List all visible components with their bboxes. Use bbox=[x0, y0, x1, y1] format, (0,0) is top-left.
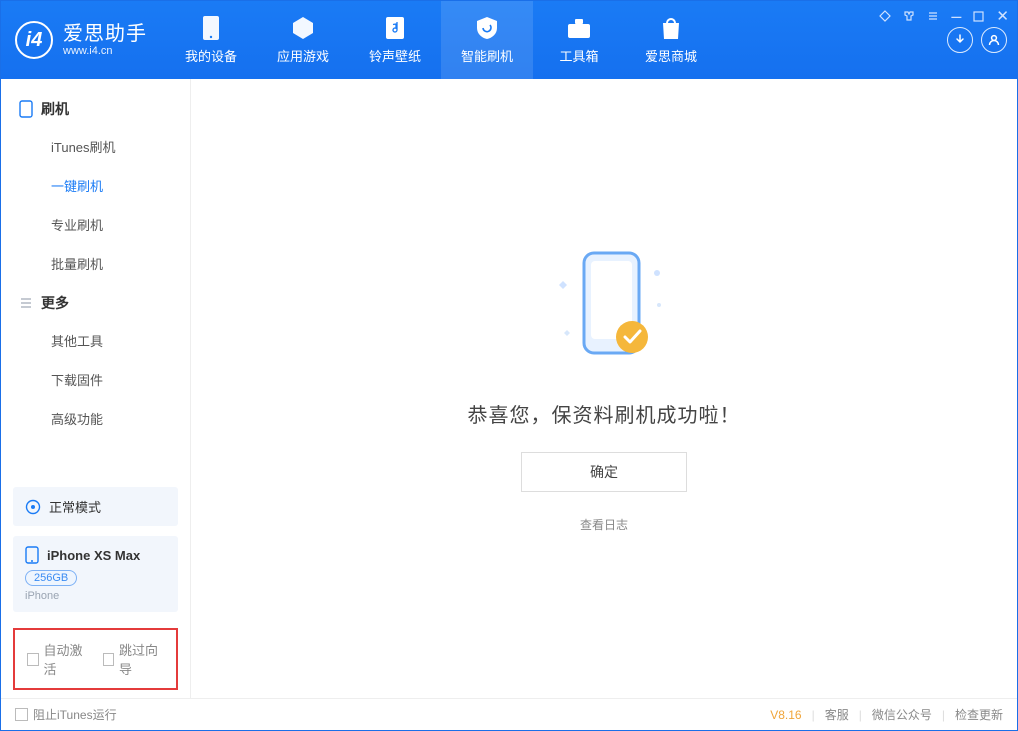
mode-box[interactable]: 正常模式 bbox=[13, 487, 178, 526]
mode-label: 正常模式 bbox=[49, 497, 101, 516]
minimize-button[interactable]: ‒ bbox=[951, 12, 961, 20]
footer-link-update[interactable]: 检查更新 bbox=[955, 706, 1003, 723]
logo: i4 爱思助手 www.i4.cn bbox=[1, 1, 165, 79]
device-capacity: 256GB bbox=[25, 570, 77, 586]
sidebar-item-download-firmware[interactable]: 下载固件 bbox=[1, 360, 190, 399]
close-button[interactable]: ✕ bbox=[996, 7, 1009, 25]
device-icon bbox=[25, 546, 39, 564]
header: i4 爱思助手 www.i4.cn 我的设备 应用游戏 铃声壁纸 智能刷机 bbox=[1, 1, 1017, 79]
list-icon bbox=[19, 296, 33, 310]
success-message: 恭喜您，保资料刷机成功啦！ bbox=[468, 399, 741, 428]
footer-link-support[interactable]: 客服 bbox=[825, 706, 849, 723]
tab-flash[interactable]: 智能刷机 bbox=[441, 1, 533, 79]
device-type: iPhone bbox=[25, 590, 166, 602]
sidebar-group-more: 更多 bbox=[1, 283, 190, 321]
phone-icon bbox=[198, 15, 224, 41]
tab-apps-games[interactable]: 应用游戏 bbox=[257, 1, 349, 79]
shield-refresh-icon bbox=[474, 15, 500, 41]
sidebar-item-oneclick-flash[interactable]: 一键刷机 bbox=[1, 166, 190, 205]
checkbox-block-itunes[interactable]: 阻止iTunes运行 bbox=[15, 706, 117, 723]
tab-ringtones[interactable]: 铃声壁纸 bbox=[349, 1, 441, 79]
version-text: V8.16 bbox=[770, 708, 801, 722]
ok-button[interactable]: 确定 bbox=[521, 452, 687, 492]
maximize-button[interactable] bbox=[973, 11, 984, 22]
device-card[interactable]: iPhone XS Max 256GB iPhone bbox=[13, 536, 178, 612]
app-title: 爱思助手 bbox=[63, 23, 147, 45]
sidebar: 刷机 iTunes刷机 一键刷机 专业刷机 批量刷机 更多 其他工具 下载固件 … bbox=[1, 79, 191, 698]
footer: 阻止iTunes运行 V8.16 | 客服 | 微信公众号 | 检查更新 bbox=[1, 698, 1017, 730]
download-button[interactable] bbox=[947, 27, 973, 53]
refresh-icon bbox=[25, 499, 41, 515]
sidebar-item-itunes-flash[interactable]: iTunes刷机 bbox=[1, 127, 190, 166]
sidebar-item-pro-flash[interactable]: 专业刷机 bbox=[1, 205, 190, 244]
phone-outline-icon bbox=[19, 100, 33, 118]
options-row: 自动激活 跳过向导 bbox=[13, 628, 178, 690]
tab-toolbox[interactable]: 工具箱 bbox=[533, 1, 625, 79]
tab-my-device[interactable]: 我的设备 bbox=[165, 1, 257, 79]
tab-store[interactable]: 爱思商城 bbox=[625, 1, 717, 79]
success-illustration bbox=[529, 245, 679, 375]
user-button[interactable] bbox=[981, 27, 1007, 53]
music-icon bbox=[382, 15, 408, 41]
cube-icon bbox=[290, 15, 316, 41]
theme-icon[interactable] bbox=[879, 10, 891, 22]
window-controls: ‒ ✕ bbox=[879, 7, 1009, 25]
nav-tabs: 我的设备 应用游戏 铃声壁纸 智能刷机 工具箱 爱思商城 bbox=[165, 1, 717, 79]
content: 恭喜您，保资料刷机成功啦！ 确定 查看日志 bbox=[191, 79, 1017, 698]
checkbox-auto-activate[interactable]: 自动激活 bbox=[27, 640, 89, 678]
sidebar-group-flash: 刷机 bbox=[1, 89, 190, 127]
bag-icon bbox=[658, 15, 684, 41]
sidebar-item-advanced[interactable]: 高级功能 bbox=[1, 399, 190, 438]
sidebar-item-other-tools[interactable]: 其他工具 bbox=[1, 321, 190, 360]
footer-link-wechat[interactable]: 微信公众号 bbox=[872, 706, 932, 723]
toolbox-icon bbox=[566, 15, 592, 41]
logo-icon: i4 bbox=[15, 21, 53, 59]
sidebar-item-batch-flash[interactable]: 批量刷机 bbox=[1, 244, 190, 283]
menu-icon[interactable] bbox=[927, 10, 939, 22]
view-log-link[interactable]: 查看日志 bbox=[580, 516, 628, 533]
checkbox-skip-wizard[interactable]: 跳过向导 bbox=[103, 640, 165, 678]
device-name-text: iPhone XS Max bbox=[47, 548, 140, 563]
app-url: www.i4.cn bbox=[63, 45, 147, 57]
skin-icon[interactable] bbox=[903, 10, 915, 22]
